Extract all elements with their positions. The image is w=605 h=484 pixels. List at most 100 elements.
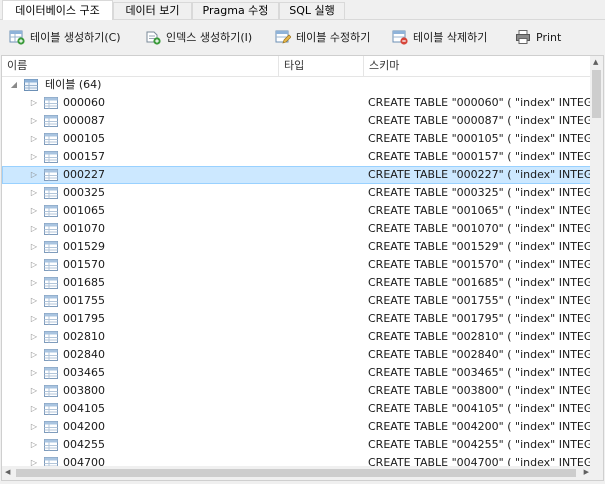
expand-arrow-icon[interactable]: ▷ — [29, 166, 39, 184]
table-schema: CREATE TABLE "000060" ( "index" INTEGER,… — [368, 96, 592, 109]
table-icon — [44, 222, 58, 236]
tab-bar: 데이터베이스 구조 데이터 보기 Pragma 수정 SQL 실행 — [0, 0, 605, 20]
table-row[interactable]: ▷ 000325 CREATE TABLE "000325" ( "index" I… — [2, 184, 592, 202]
expand-arrow-icon[interactable]: ▷ — [29, 274, 39, 292]
scroll-left-arrow-icon[interactable]: ◀ — [5, 468, 10, 476]
table-schema: CREATE TABLE "001755" ( "index" INTEGER,… — [368, 294, 592, 307]
scroll-up-arrow-icon[interactable]: ▲ — [593, 58, 598, 66]
table-schema: CREATE TABLE "001065" ( "index" INTEGER,… — [368, 204, 592, 217]
table-name: 001529 — [63, 240, 105, 253]
table-icon — [44, 420, 58, 434]
table-icon — [44, 204, 58, 218]
table-schema: CREATE TABLE "000087" ( "index" INTEGER,… — [368, 114, 592, 127]
delete-table-button[interactable]: 테이블 삭제하기 — [392, 26, 487, 48]
schema-tree-view[interactable]: 이름 타입 스키마 ◢ 테이블 (64) ▷ 000060 CREATE TABLE… — [1, 55, 604, 481]
expand-arrow-icon[interactable]: ▷ — [29, 130, 39, 148]
table-schema: CREATE TABLE "000105" ( "index" INTEGER,… — [368, 132, 592, 145]
tab-edit-pragmas[interactable]: Pragma 수정 — [192, 2, 279, 19]
table-row[interactable]: ▷ 000087 CREATE TABLE "000087" ( "index" I… — [2, 112, 592, 130]
table-row[interactable]: ▷ 001529 CREATE TABLE "001529" ( "index" I… — [2, 238, 592, 256]
table-icon — [44, 114, 58, 128]
table-row[interactable]: ▷ 001570 CREATE TABLE "001570" ( "index" I… — [2, 256, 592, 274]
table-name: 000105 — [63, 132, 105, 145]
table-row[interactable]: ▷ 003800 CREATE TABLE "003800" ( "index" I… — [2, 382, 592, 400]
table-row[interactable]: ▷ 004255 CREATE TABLE "004255" ( "index" I… — [2, 436, 592, 454]
table-icon — [44, 240, 58, 254]
create-table-button[interactable]: 테이블 생성하기(C) — [9, 26, 121, 48]
table-icon — [44, 294, 58, 308]
column-header-schema[interactable]: 스키마 — [364, 56, 592, 76]
table-name: 000060 — [63, 96, 105, 109]
table-name: 000227 — [63, 168, 105, 181]
table-schema: CREATE TABLE "000325" ( "index" INTEGER,… — [368, 186, 592, 199]
tab-execute-sql[interactable]: SQL 실행 — [279, 2, 345, 19]
scroll-right-arrow-icon[interactable]: ▶ — [584, 468, 589, 476]
expand-arrow-icon[interactable]: ▷ — [29, 220, 39, 238]
column-header-name[interactable]: 이름 — [2, 56, 278, 76]
delete-table-label: 테이블 삭제하기 — [413, 31, 488, 44]
expand-arrow-icon[interactable]: ▷ — [29, 454, 39, 466]
table-group-icon — [24, 78, 38, 92]
table-row[interactable]: ▷ 004105 CREATE TABLE "004105" ( "index" I… — [2, 400, 592, 418]
collapse-arrow-icon[interactable]: ◢ — [9, 76, 19, 94]
table-name: 001570 — [63, 258, 105, 271]
expand-arrow-icon[interactable]: ▷ — [29, 328, 39, 346]
modify-table-button[interactable]: 테이블 수정하기 — [275, 26, 370, 48]
tree-root-tables[interactable]: ◢ 테이블 (64) — [2, 76, 592, 94]
horizontal-scroll-thumb[interactable] — [16, 469, 576, 477]
expand-arrow-icon[interactable]: ▷ — [29, 94, 39, 112]
table-schema: CREATE TABLE "004105" ( "index" INTEGER,… — [368, 402, 592, 415]
table-name: 001795 — [63, 312, 105, 325]
table-row[interactable]: ▷ 002810 CREATE TABLE "002810" ( "index" I… — [2, 328, 592, 346]
table-icon — [44, 402, 58, 416]
expand-arrow-icon[interactable]: ▷ — [29, 364, 39, 382]
table-icon — [44, 438, 58, 452]
table-row[interactable]: ▷ 004200 CREATE TABLE "004200" ( "index" I… — [2, 418, 592, 436]
tab-browse-data[interactable]: 데이터 보기 — [113, 2, 192, 19]
vertical-scroll-thumb[interactable] — [592, 70, 601, 118]
table-row[interactable]: ▷ 000157 CREATE TABLE "000157" ( "index" I… — [2, 148, 592, 166]
expand-arrow-icon[interactable]: ▷ — [29, 400, 39, 418]
table-row[interactable]: ▷ 004700 CREATE TABLE "004700" ( "index" I… — [2, 454, 592, 466]
table-row[interactable]: ▷ 000105 CREATE TABLE "000105" ( "index" I… — [2, 130, 592, 148]
table-schema: CREATE TABLE "002810" ( "index" INTEGER,… — [368, 330, 592, 343]
horizontal-scrollbar[interactable]: ◀ ▶ — [2, 466, 592, 480]
create-index-button[interactable]: 인덱스 생성하기(I) — [145, 26, 252, 48]
table-row[interactable]: ▷ 001755 CREATE TABLE "001755" ( "index" I… — [2, 292, 592, 310]
expand-arrow-icon[interactable]: ▷ — [29, 292, 39, 310]
table-schema: CREATE TABLE "004200" ( "index" INTEGER,… — [368, 420, 592, 433]
table-icon — [44, 150, 58, 164]
expand-arrow-icon[interactable]: ▷ — [29, 238, 39, 256]
expand-arrow-icon[interactable]: ▷ — [29, 256, 39, 274]
tab-database-structure[interactable]: 데이터베이스 구조 — [2, 0, 113, 20]
table-row[interactable]: ▷ 001795 CREATE TABLE "001795" ( "index" I… — [2, 310, 592, 328]
table-row[interactable]: ▷ 000227 CREATE TABLE "000227" ( "index" I… — [2, 166, 592, 184]
table-icon — [44, 132, 58, 146]
expand-arrow-icon[interactable]: ▷ — [29, 310, 39, 328]
expand-arrow-icon[interactable]: ▷ — [29, 418, 39, 436]
table-icon — [44, 276, 58, 290]
expand-arrow-icon[interactable]: ▷ — [29, 112, 39, 130]
table-row[interactable]: ▷ 003465 CREATE TABLE "003465" ( "index" I… — [2, 364, 592, 382]
create-index-icon — [145, 29, 161, 45]
expand-arrow-icon[interactable]: ▷ — [29, 346, 39, 364]
print-button[interactable]: Print — [515, 26, 561, 48]
scrollbar-corner — [590, 466, 603, 480]
expand-arrow-icon[interactable]: ▷ — [29, 184, 39, 202]
table-row[interactable]: ▷ 001065 CREATE TABLE "001065" ( "index" I… — [2, 202, 592, 220]
table-row[interactable]: ▷ 001685 CREATE TABLE "001685" ( "index" I… — [2, 274, 592, 292]
tree-rows: ◢ 테이블 (64) ▷ 000060 CREATE TABLE "000060" … — [2, 76, 592, 466]
column-header-type[interactable]: 타입 — [279, 56, 363, 76]
expand-arrow-icon[interactable]: ▷ — [29, 148, 39, 166]
table-schema: CREATE TABLE "003465" ( "index" INTEGER,… — [368, 366, 592, 379]
create-table-label: 테이블 생성하기(C) — [30, 31, 121, 44]
table-row[interactable]: ▷ 002840 CREATE TABLE "002840" ( "index" I… — [2, 346, 592, 364]
table-row[interactable]: ▷ 000060 CREATE TABLE "000060" ( "index" I… — [2, 94, 592, 112]
table-name: 001685 — [63, 276, 105, 289]
table-icon — [44, 96, 58, 110]
expand-arrow-icon[interactable]: ▷ — [29, 436, 39, 454]
expand-arrow-icon[interactable]: ▷ — [29, 382, 39, 400]
expand-arrow-icon[interactable]: ▷ — [29, 202, 39, 220]
vertical-scrollbar[interactable]: ▲ — [590, 56, 603, 466]
table-row[interactable]: ▷ 001070 CREATE TABLE "001070" ( "index" I… — [2, 220, 592, 238]
